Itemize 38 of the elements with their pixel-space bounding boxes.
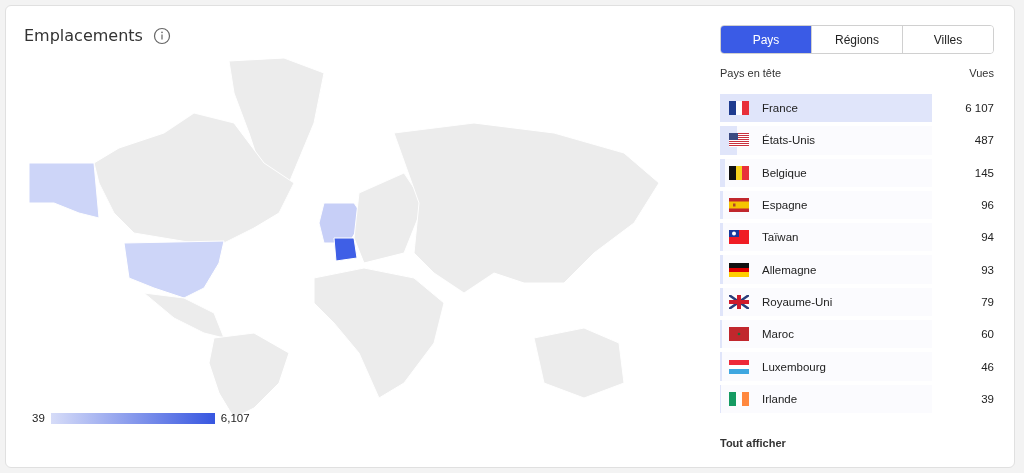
legend-min-label: 39 bbox=[32, 412, 45, 424]
country-name[interactable]: Allemagne bbox=[762, 263, 982, 276]
flag-icon bbox=[729, 133, 749, 148]
legend-max-label: 6,107 bbox=[220, 412, 250, 424]
flag-icon bbox=[729, 391, 749, 406]
country-name[interactable]: Maroc bbox=[762, 328, 982, 341]
country-name[interactable]: Belgique bbox=[762, 166, 975, 179]
views-count: 96 bbox=[981, 199, 994, 212]
views-count: 39 bbox=[981, 392, 994, 405]
flag-icon bbox=[729, 165, 749, 180]
info-icon[interactable] bbox=[152, 26, 171, 45]
views-count: 93 bbox=[981, 263, 994, 276]
views-count: 60 bbox=[981, 328, 994, 341]
views-count: 46 bbox=[981, 360, 994, 373]
column-header: Vues bbox=[969, 67, 994, 79]
country-name[interactable]: Taïwan bbox=[762, 231, 982, 244]
views-count: 94 bbox=[981, 231, 994, 244]
flag-icon bbox=[729, 262, 749, 277]
country-name[interactable]: Royaume-Uni bbox=[762, 295, 982, 308]
flag-icon bbox=[729, 327, 749, 342]
flag-icon bbox=[729, 230, 749, 245]
card-title: Emplacements bbox=[24, 26, 143, 45]
country-name[interactable]: Luxembourg bbox=[762, 360, 982, 373]
flag-icon bbox=[729, 359, 749, 374]
tab[interactable]: Pays bbox=[721, 26, 811, 53]
views-count: 79 bbox=[981, 295, 994, 308]
flag-icon bbox=[729, 198, 749, 213]
views-count: 6 107 bbox=[965, 102, 994, 115]
country-name[interactable]: Irlande bbox=[762, 392, 982, 405]
views-count: 487 bbox=[974, 134, 994, 147]
country-name[interactable]: France bbox=[762, 102, 966, 115]
country-name[interactable]: Espagne bbox=[762, 199, 982, 212]
country-name[interactable]: États-Unis bbox=[762, 134, 975, 147]
views-count: 145 bbox=[974, 166, 994, 179]
show-all-link[interactable]: Tout afficher bbox=[720, 436, 994, 449]
tab[interactable]: Villes bbox=[902, 26, 993, 53]
column-header: Pays en tête bbox=[720, 67, 782, 79]
flag-icon bbox=[729, 101, 749, 116]
